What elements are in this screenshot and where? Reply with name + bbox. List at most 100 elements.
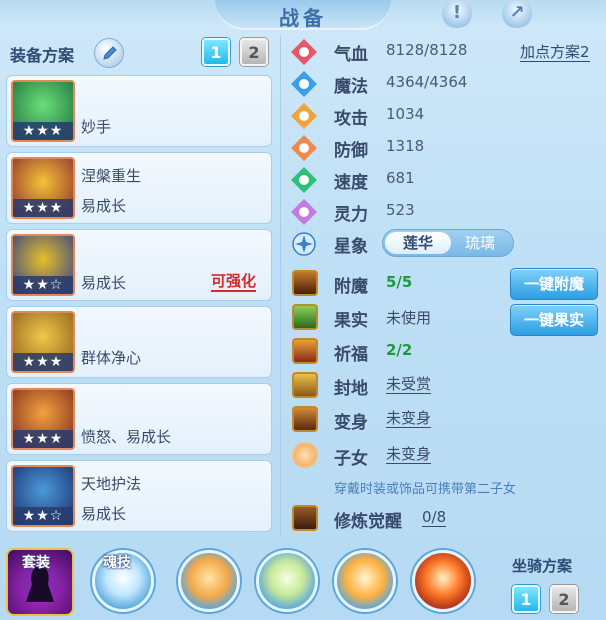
stat-row: 防御 1318 xyxy=(290,132,510,162)
equip-trait-tag: 易成长 xyxy=(81,197,127,215)
equip-star-rating: ★★★ xyxy=(13,430,73,448)
share-icon[interactable]: ↗ xyxy=(502,0,532,28)
enchant-icon xyxy=(292,270,318,296)
equip-star-rating: ★★☆ xyxy=(13,276,73,294)
star-phase-icon xyxy=(292,232,316,256)
equip-trait-tag: 易成长 xyxy=(81,505,127,523)
mount-plan-label: 坐骑方案 xyxy=(512,557,573,575)
panel-divider xyxy=(280,36,281,536)
skill-slot-1-icon[interactable] xyxy=(178,550,240,612)
star-phase-option-lianhua[interactable]: 莲华 xyxy=(385,232,451,254)
edit-plan-button[interactable] xyxy=(94,38,124,68)
equip-slot[interactable]: ★★☆ 天地护法易成长 xyxy=(6,460,272,532)
equip-star-rating: ★★★ xyxy=(13,122,73,140)
add-point-plan-link[interactable]: 加点方案2 xyxy=(520,43,590,62)
upgradable-link[interactable]: 可强化 xyxy=(211,272,257,292)
cultivation-value: 0/8 xyxy=(422,508,447,527)
skill-slot-4-icon[interactable] xyxy=(412,550,474,612)
spirit-icon xyxy=(291,199,317,225)
equip-plan-label: 装备方案 xyxy=(10,46,75,65)
buff-row: 祈福 2/2 xyxy=(290,338,500,370)
equip-slot[interactable]: ★★☆ 易成长 可强化 xyxy=(6,229,272,301)
pencil-icon xyxy=(103,46,117,60)
stat-row: 攻击 1034 xyxy=(290,100,510,130)
buff-value[interactable]: 未变身 xyxy=(386,445,432,464)
stat-label: 防御 xyxy=(334,141,368,161)
transform-icon xyxy=(292,406,318,432)
equip-slot[interactable]: ★★★ 愤怒、易成长 xyxy=(6,383,272,455)
buff-label: 果实 xyxy=(334,311,368,331)
equip-item-icon[interactable]: ★★★ xyxy=(11,388,75,450)
star-phase-toggle[interactable]: 莲华 琉璃 xyxy=(382,229,514,257)
equip-item-icon[interactable]: ★★☆ xyxy=(11,465,75,527)
suit-label: 套装 xyxy=(22,555,50,571)
one-key-enchant-button[interactable]: 一键附魔 xyxy=(510,268,598,300)
stat-value: 8128/8128 xyxy=(386,41,468,59)
fruit-icon xyxy=(292,304,318,330)
buff-value: 2/2 xyxy=(386,341,413,359)
equip-skill-name: 群体净心 xyxy=(81,349,142,367)
skill-slot-3-icon[interactable] xyxy=(334,550,396,612)
equip-item-icon[interactable]: ★★★ xyxy=(11,157,75,219)
equip-plan-tab-1[interactable]: 1 xyxy=(202,38,230,66)
one-key-fruit-button[interactable]: 一键果实 xyxy=(510,304,598,336)
cultivation-icon xyxy=(292,505,318,531)
stat-value: 681 xyxy=(386,169,415,187)
buff-label: 封地 xyxy=(334,379,368,399)
equip-star-rating: ★★☆ xyxy=(13,507,73,525)
cultivation-row[interactable]: 修炼觉醒 0/8 xyxy=(290,505,590,537)
equip-trait-tag: 愤怒、易成长 xyxy=(81,428,172,446)
buff-label: 子女 xyxy=(334,449,368,469)
stat-label: 魔法 xyxy=(334,77,368,97)
mount-plan-tab-2[interactable]: 2 xyxy=(550,585,578,613)
stat-label: 速度 xyxy=(334,173,368,193)
buff-label: 变身 xyxy=(334,413,368,433)
equip-skill-name: 涅槃重生 xyxy=(81,167,142,185)
stat-label: 攻击 xyxy=(334,109,368,129)
second-child-hint: 穿戴时装或饰品可携带第二子女 xyxy=(334,482,517,497)
star-phase-label: 星象 xyxy=(334,237,368,257)
fief-icon xyxy=(292,372,318,398)
lightning-icon xyxy=(291,167,317,193)
equip-star-rating: ★★★ xyxy=(13,353,73,371)
skill-slot-2-icon[interactable] xyxy=(256,550,318,612)
buff-value[interactable]: 未变身 xyxy=(386,409,432,428)
equip-skill-name: 妙手 xyxy=(81,118,112,136)
soul-skill-label: 魂技 xyxy=(103,555,131,571)
stat-value: 4364/4364 xyxy=(386,73,468,91)
buff-row: 果实 未使用 xyxy=(290,304,500,336)
buff-row: 附魔 5/5 xyxy=(290,270,500,302)
stat-label: 气血 xyxy=(334,45,368,65)
star-phase-option-liuli[interactable]: 琉璃 xyxy=(447,232,513,254)
shield-icon xyxy=(291,135,317,161)
equip-slot[interactable]: ★★★ 群体净心 xyxy=(6,306,272,378)
buff-value: 5/5 xyxy=(386,273,413,291)
stat-value: 1034 xyxy=(386,105,425,123)
buff-row[interactable]: 封地 未受赏 xyxy=(290,372,500,404)
buff-label: 祈福 xyxy=(334,345,368,365)
equip-item-icon[interactable]: ★★★ xyxy=(11,80,75,142)
stat-value: 523 xyxy=(386,201,415,219)
buff-row[interactable]: 子女 未变身 xyxy=(290,442,500,474)
buff-value[interactable]: 未受赏 xyxy=(386,375,432,394)
buff-value: 未使用 xyxy=(386,309,432,327)
stat-row: 灵力 523 xyxy=(290,196,510,226)
mount-plan-tab-1[interactable]: 1 xyxy=(512,585,540,613)
stat-row: 速度 681 xyxy=(290,164,510,194)
equip-trait-tag: 易成长 xyxy=(81,274,127,292)
equip-item-icon[interactable]: ★★☆ xyxy=(11,234,75,296)
page-title: 战备 xyxy=(279,6,327,30)
info-icon[interactable]: ! xyxy=(442,0,472,28)
stat-label: 灵力 xyxy=(334,205,368,225)
sword-icon xyxy=(291,103,317,129)
buff-row[interactable]: 变身 未变身 xyxy=(290,406,500,438)
equip-slot[interactable]: ★★★ 涅槃重生易成长 xyxy=(6,152,272,224)
equip-star-rating: ★★★ xyxy=(13,199,73,217)
stat-row: 气血 8128/8128 xyxy=(290,36,510,66)
equip-skill-name: 天地护法 xyxy=(81,475,142,493)
heart-icon xyxy=(291,39,317,65)
equip-plan-tab-2[interactable]: 2 xyxy=(240,38,268,66)
equip-item-icon[interactable]: ★★★ xyxy=(11,311,75,373)
equip-slot[interactable]: ★★★ 妙手 xyxy=(6,75,272,147)
blessing-icon xyxy=(292,338,318,364)
